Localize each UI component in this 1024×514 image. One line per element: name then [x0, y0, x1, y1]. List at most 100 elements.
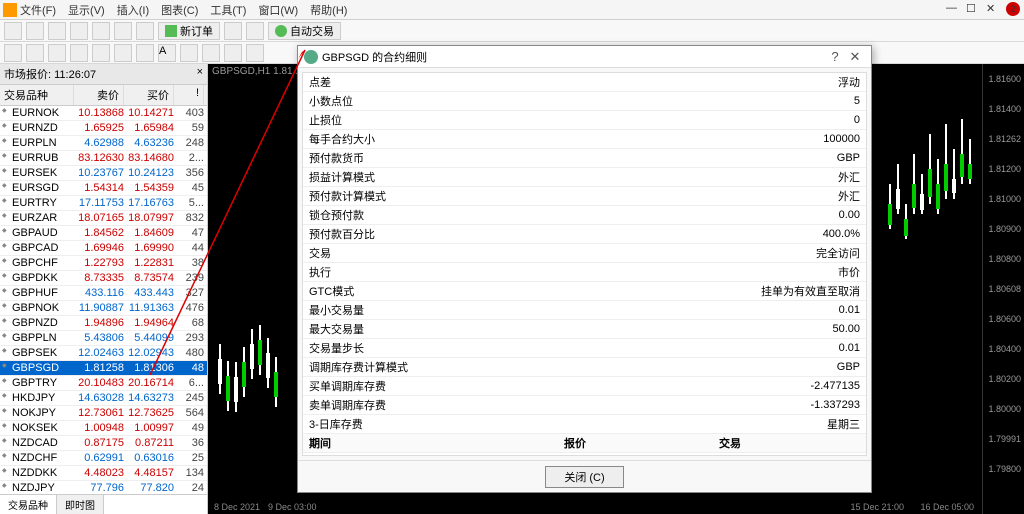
menu-view[interactable]: 显示(V)	[68, 2, 105, 18]
menu-help[interactable]: 帮助(H)	[310, 2, 347, 18]
symbol-row-EURSEK[interactable]: EURSEK10.2376710.24123356	[0, 166, 207, 181]
dialog-title: GBPSGD 的合约细则	[322, 49, 427, 65]
menu-window[interactable]: 窗口(W)	[258, 2, 298, 18]
periods-icon[interactable]	[224, 44, 242, 62]
symbol-row-EURZAR[interactable]: EURZAR18.0716518.07997832	[0, 211, 207, 226]
fibo-icon[interactable]	[136, 44, 154, 62]
main-toolbar: 新订单 自动交易	[0, 20, 1024, 42]
price-label: 1.80400	[988, 344, 1024, 354]
symbol-row-GBPDKK[interactable]: GBPDKK8.733358.73574239	[0, 271, 207, 286]
symbol-icon	[304, 50, 318, 64]
spec-row: 锁仓预付款0.00	[303, 206, 866, 225]
tab-symbols[interactable]: 交易品种	[0, 495, 57, 514]
metaeditor-icon[interactable]	[224, 22, 242, 40]
market-watch-panel: 市场报价: 11:26:07 × 交易品种 卖价 买价 ! EURNOK10.1…	[0, 64, 208, 514]
price-label: 1.79991	[988, 434, 1024, 444]
auto-trading-button[interactable]: 自动交易	[268, 22, 341, 40]
close-icon[interactable]: ✕	[986, 2, 1000, 16]
spec-row: 卖单调期库存费-1.337293	[303, 396, 866, 415]
dialog-body[interactable]: 点差浮动小数点位5止损位0每手合约大小100000预付款货币GBP损益计算模式外…	[302, 72, 867, 456]
help-icon[interactable]: ?	[825, 49, 845, 64]
symbol-row-GBPSEK[interactable]: GBPSEK12.0246312.02943480	[0, 346, 207, 361]
symbol-row-GBPAUD[interactable]: GBPAUD1.845621.8460947	[0, 226, 207, 241]
symbol-row-GBPCAD[interactable]: GBPCAD1.699461.6999044	[0, 241, 207, 256]
dialog-close-icon[interactable]: ✕	[845, 49, 865, 65]
menu-insert[interactable]: 插入(I)	[117, 2, 149, 18]
terminal-icon[interactable]	[114, 22, 132, 40]
symbol-row-NOKJPY[interactable]: NOKJPY12.7306112.73625564	[0, 406, 207, 421]
col-spread[interactable]: !	[174, 85, 204, 105]
price-label: 1.79800	[988, 464, 1024, 474]
price-label: 1.80000	[988, 404, 1024, 414]
price-label: 1.81000	[988, 194, 1024, 204]
col-symbol[interactable]: 交易品种	[0, 85, 74, 105]
notification-badge[interactable]: 2	[1006, 2, 1020, 16]
new-order-button[interactable]: 新订单	[158, 22, 220, 40]
spec-row: 点差浮动	[303, 73, 866, 92]
indicators-icon[interactable]	[202, 44, 220, 62]
spec-row: 预付款计算模式外汇	[303, 187, 866, 206]
menubar: 文件(F) 显示(V) 插入(I) 图表(C) 工具(T) 窗口(W) 帮助(H…	[0, 0, 1024, 20]
spec-row: 最小交易量0.01	[303, 301, 866, 320]
trendline-icon[interactable]	[92, 44, 110, 62]
symbol-row-GBPHUF[interactable]: GBPHUF433.116433.443327	[0, 286, 207, 301]
symbol-row-GBPNZD[interactable]: GBPNZD1.948961.9496468	[0, 316, 207, 331]
spec-row: 止损位0	[303, 111, 866, 130]
market-watch-list[interactable]: EURNOK10.1386810.14271403EURNZD1.659251.…	[0, 106, 207, 494]
options-icon[interactable]	[246, 22, 264, 40]
session-header: 期间报价交易	[303, 434, 866, 453]
tab-tick-chart[interactable]: 即时图	[57, 495, 104, 514]
market-watch-columns: 交易品种 卖价 买价 !	[0, 85, 207, 106]
symbol-row-EURTRY[interactable]: EURTRY17.1175317.167635...	[0, 196, 207, 211]
hline-icon[interactable]	[70, 44, 88, 62]
chart-time-label: 16 Dec 05:00	[920, 502, 974, 512]
label-icon[interactable]	[180, 44, 198, 62]
menu-file[interactable]: 文件(F)	[20, 2, 56, 18]
symbol-row-NOKSEK[interactable]: NOKSEK1.009481.0099749	[0, 421, 207, 436]
symbol-row-EURPLN[interactable]: EURPLN4.629884.63236248	[0, 136, 207, 151]
col-bid[interactable]: 卖价	[74, 85, 124, 105]
minimize-icon[interactable]: —	[946, 2, 960, 16]
symbol-row-NZDCAD[interactable]: NZDCAD0.871750.8721136	[0, 436, 207, 451]
chart-title: GBPSGD,H1 1.81...	[212, 66, 301, 77]
price-label: 1.81600	[988, 74, 1024, 84]
symbol-row-GBPCHF[interactable]: GBPCHF1.227931.2283138	[0, 256, 207, 271]
symbol-row-GBPPLN[interactable]: GBPPLN5.438065.44099293	[0, 331, 207, 346]
data-window-icon[interactable]	[70, 22, 88, 40]
symbol-row-EURSGD[interactable]: EURSGD1.543141.5435945	[0, 181, 207, 196]
spec-row: 交易完全访问	[303, 244, 866, 263]
menu-chart[interactable]: 图表(C)	[161, 2, 198, 18]
navigator-icon[interactable]	[92, 22, 110, 40]
col-ask[interactable]: 买价	[124, 85, 174, 105]
spec-row: GTC模式挂单为有效直至取消	[303, 282, 866, 301]
menu-tools[interactable]: 工具(T)	[210, 2, 246, 18]
panel-close-icon[interactable]: ×	[197, 66, 203, 82]
channel-icon[interactable]	[114, 44, 132, 62]
crosshair-icon[interactable]	[26, 44, 44, 62]
price-label: 1.81262	[988, 134, 1024, 144]
symbol-row-GBPSGD[interactable]: GBPSGD1.812581.8130648	[0, 361, 207, 376]
symbol-row-EURRUB[interactable]: EURRUB83.1263083.146802...	[0, 151, 207, 166]
symbol-row-HKDJPY[interactable]: HKDJPY14.6302814.63273245	[0, 391, 207, 406]
symbol-row-NZDCHF[interactable]: NZDCHF0.629910.6301625	[0, 451, 207, 466]
new-chart-icon[interactable]	[4, 22, 22, 40]
price-scale: 1.816001.814001.812621.812001.810001.809…	[982, 64, 1024, 514]
symbol-row-GBPTRY[interactable]: GBPTRY20.1048320.167146...	[0, 376, 207, 391]
spec-row: 买单调期库存费-2.477135	[303, 377, 866, 396]
strategy-tester-icon[interactable]	[136, 22, 154, 40]
cursor-icon[interactable]	[4, 44, 22, 62]
close-button[interactable]: 关闭 (C)	[545, 466, 623, 488]
templates-icon[interactable]	[246, 44, 264, 62]
text-icon[interactable]: A	[158, 44, 176, 62]
spec-row: 预付款百分比400.0%	[303, 225, 866, 244]
spec-row: 预付款货币GBP	[303, 149, 866, 168]
symbol-row-NZDJPY[interactable]: NZDJPY77.79677.82024	[0, 481, 207, 494]
symbol-row-NZDDKK[interactable]: NZDDKK4.480234.48157134	[0, 466, 207, 481]
symbol-row-EURNZD[interactable]: EURNZD1.659251.6598459	[0, 121, 207, 136]
profiles-icon[interactable]	[26, 22, 44, 40]
vline-icon[interactable]	[48, 44, 66, 62]
market-watch-icon[interactable]	[48, 22, 66, 40]
symbol-row-EURNOK[interactable]: EURNOK10.1386810.14271403	[0, 106, 207, 121]
maximize-icon[interactable]: ☐	[966, 2, 980, 16]
symbol-row-GBPNOK[interactable]: GBPNOK11.9088711.91363476	[0, 301, 207, 316]
